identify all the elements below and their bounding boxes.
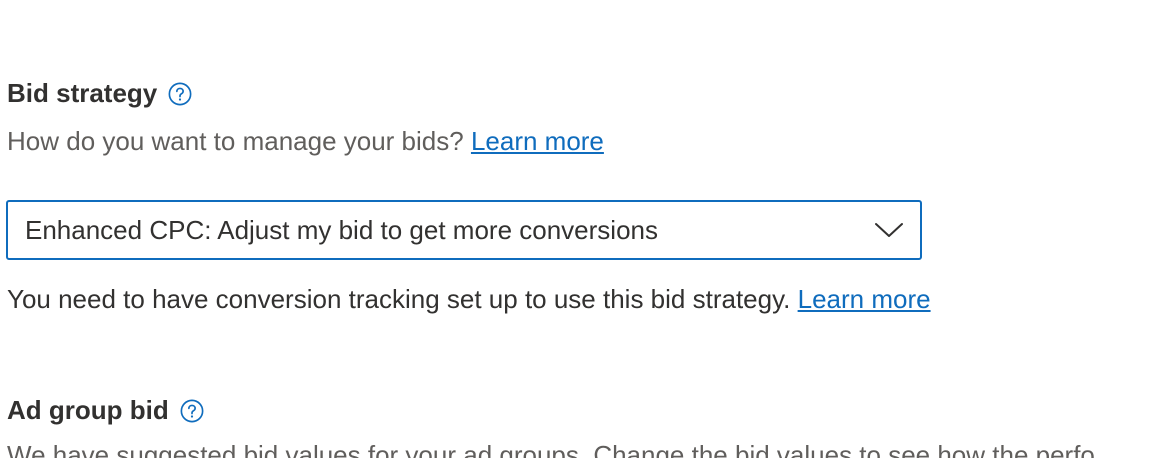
chevron-down-icon	[874, 221, 904, 239]
help-icon[interactable]	[180, 399, 204, 423]
conversion-tracking-note: You need to have conversion tracking set…	[7, 284, 931, 315]
bid-strategy-title: Bid strategy	[7, 78, 158, 108]
ad-group-bid-description: We have suggested bid values for your ad…	[7, 440, 1095, 458]
ad-group-bid-heading: Ad group bid	[7, 395, 204, 426]
bid-strategy-heading: Bid strategy	[7, 78, 192, 109]
bid-strategy-description-text: How do you want to manage your bids?	[7, 126, 471, 156]
conversion-tracking-note-text: You need to have conversion tracking set…	[7, 284, 798, 314]
bid-strategy-dropdown[interactable]: Enhanced CPC: Adjust my bid to get more …	[6, 200, 922, 260]
ad-group-bid-title: Ad group bid	[7, 395, 169, 425]
bid-strategy-selected-value: Enhanced CPC: Adjust my bid to get more …	[25, 214, 658, 245]
help-icon[interactable]	[168, 82, 192, 106]
learn-more-link[interactable]: Learn more	[798, 284, 931, 314]
bid-strategy-description: How do you want to manage your bids? Lea…	[7, 126, 604, 157]
learn-more-link[interactable]: Learn more	[471, 126, 604, 156]
